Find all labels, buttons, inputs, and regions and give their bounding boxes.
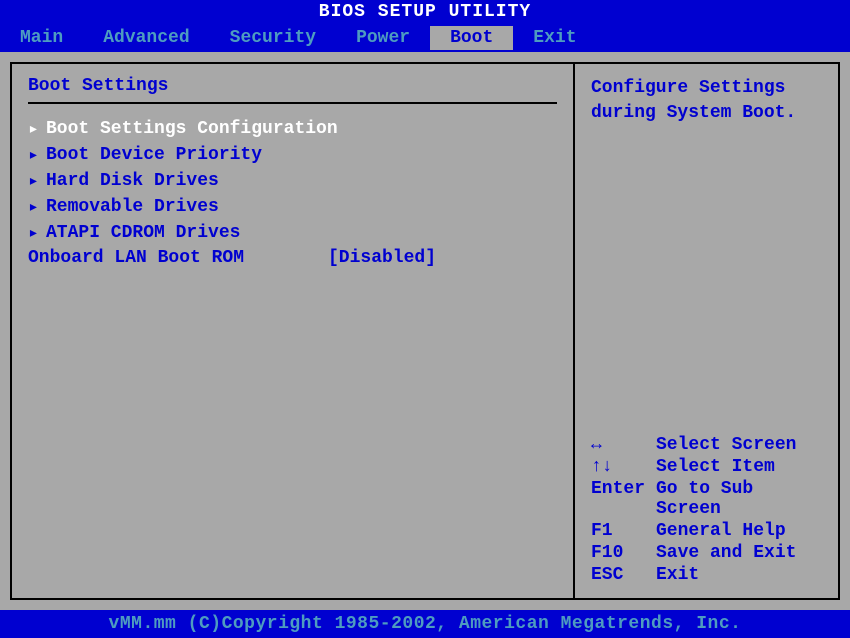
nav-removable-drives[interactable]: ▸ Removable Drives xyxy=(28,194,557,220)
nav-boot-device-priority[interactable]: ▸ Boot Device Priority xyxy=(28,142,557,168)
help-text: Configure Settings during System Boot. xyxy=(591,76,822,126)
option-label: Onboard LAN Boot ROM xyxy=(28,248,328,268)
keymap-key-f1: F1 xyxy=(591,521,656,541)
title-bar: BIOS SETUP UTILITY xyxy=(0,0,850,24)
keymap: ↔ Select Screen ↑↓ Select Item Enter Go … xyxy=(591,434,822,586)
arrow-icon: ▸ xyxy=(28,170,46,192)
tab-advanced[interactable]: Advanced xyxy=(83,26,209,50)
app-title: BIOS SETUP UTILITY xyxy=(319,2,531,22)
keymap-row: ↑↓ Select Item xyxy=(591,456,822,478)
side-panel: Configure Settings during System Boot. ↔… xyxy=(575,62,840,600)
section-heading: Boot Settings xyxy=(28,76,557,96)
nav-atapi-cdrom-drives[interactable]: ▸ ATAPI CDROM Drives xyxy=(28,220,557,246)
nav-hard-disk-drives[interactable]: ▸ Hard Disk Drives xyxy=(28,168,557,194)
nav-label: Removable Drives xyxy=(46,197,219,217)
keymap-row: Enter Go to Sub Screen xyxy=(591,478,822,520)
keymap-row: ESC Exit xyxy=(591,564,822,586)
keymap-action: General Help xyxy=(656,521,822,541)
menu-bar: Main Advanced Security Power Boot Exit xyxy=(0,24,850,52)
nav-label: Hard Disk Drives xyxy=(46,171,219,191)
keymap-key-arrows-ud: ↑↓ xyxy=(591,457,656,477)
arrow-icon: ▸ xyxy=(28,222,46,244)
keymap-action: Go to Sub Screen xyxy=(656,479,822,519)
nav-label: Boot Device Priority xyxy=(46,145,262,165)
keymap-key-esc: ESC xyxy=(591,565,656,585)
keymap-action: Exit xyxy=(656,565,822,585)
keymap-action: Save and Exit xyxy=(656,543,822,563)
keymap-key-f10: F10 xyxy=(591,543,656,563)
nav-label: ATAPI CDROM Drives xyxy=(46,223,240,243)
help-line-1: Configure Settings xyxy=(591,76,822,101)
footer: vMM.mm (C)Copyright 1985-2002, American … xyxy=(0,610,850,638)
tab-power[interactable]: Power xyxy=(336,26,430,50)
tab-security[interactable]: Security xyxy=(210,26,336,50)
tab-exit[interactable]: Exit xyxy=(513,26,596,50)
keymap-action: Select Screen xyxy=(656,435,822,455)
keymap-key-enter: Enter xyxy=(591,479,656,519)
divider xyxy=(28,102,557,104)
copyright-text: vMM.mm (C)Copyright 1985-2002, American … xyxy=(109,614,742,634)
option-onboard-lan-boot-rom[interactable]: Onboard LAN Boot ROM [Disabled] xyxy=(28,246,557,270)
keymap-action: Select Item xyxy=(656,457,822,477)
arrow-icon: ▸ xyxy=(28,118,46,140)
keymap-row: F10 Save and Exit xyxy=(591,542,822,564)
keymap-row: ↔ Select Screen xyxy=(591,434,822,456)
arrow-icon: ▸ xyxy=(28,144,46,166)
bios-screen: BIOS SETUP UTILITY Main Advanced Securit… xyxy=(0,0,850,638)
help-line-2: during System Boot. xyxy=(591,101,822,126)
keymap-row: F1 General Help xyxy=(591,520,822,542)
tab-boot[interactable]: Boot xyxy=(430,26,513,50)
arrow-icon: ▸ xyxy=(28,196,46,218)
nav-boot-settings-configuration[interactable]: ▸ Boot Settings Configuration xyxy=(28,116,557,142)
keymap-key-arrows-lr: ↔ xyxy=(591,435,656,455)
nav-label: Boot Settings Configuration xyxy=(46,119,338,139)
option-value: [Disabled] xyxy=(328,248,436,268)
tab-main[interactable]: Main xyxy=(0,26,83,50)
main-panel: Boot Settings ▸ Boot Settings Configurat… xyxy=(10,62,575,600)
content-area: Boot Settings ▸ Boot Settings Configurat… xyxy=(0,52,850,610)
